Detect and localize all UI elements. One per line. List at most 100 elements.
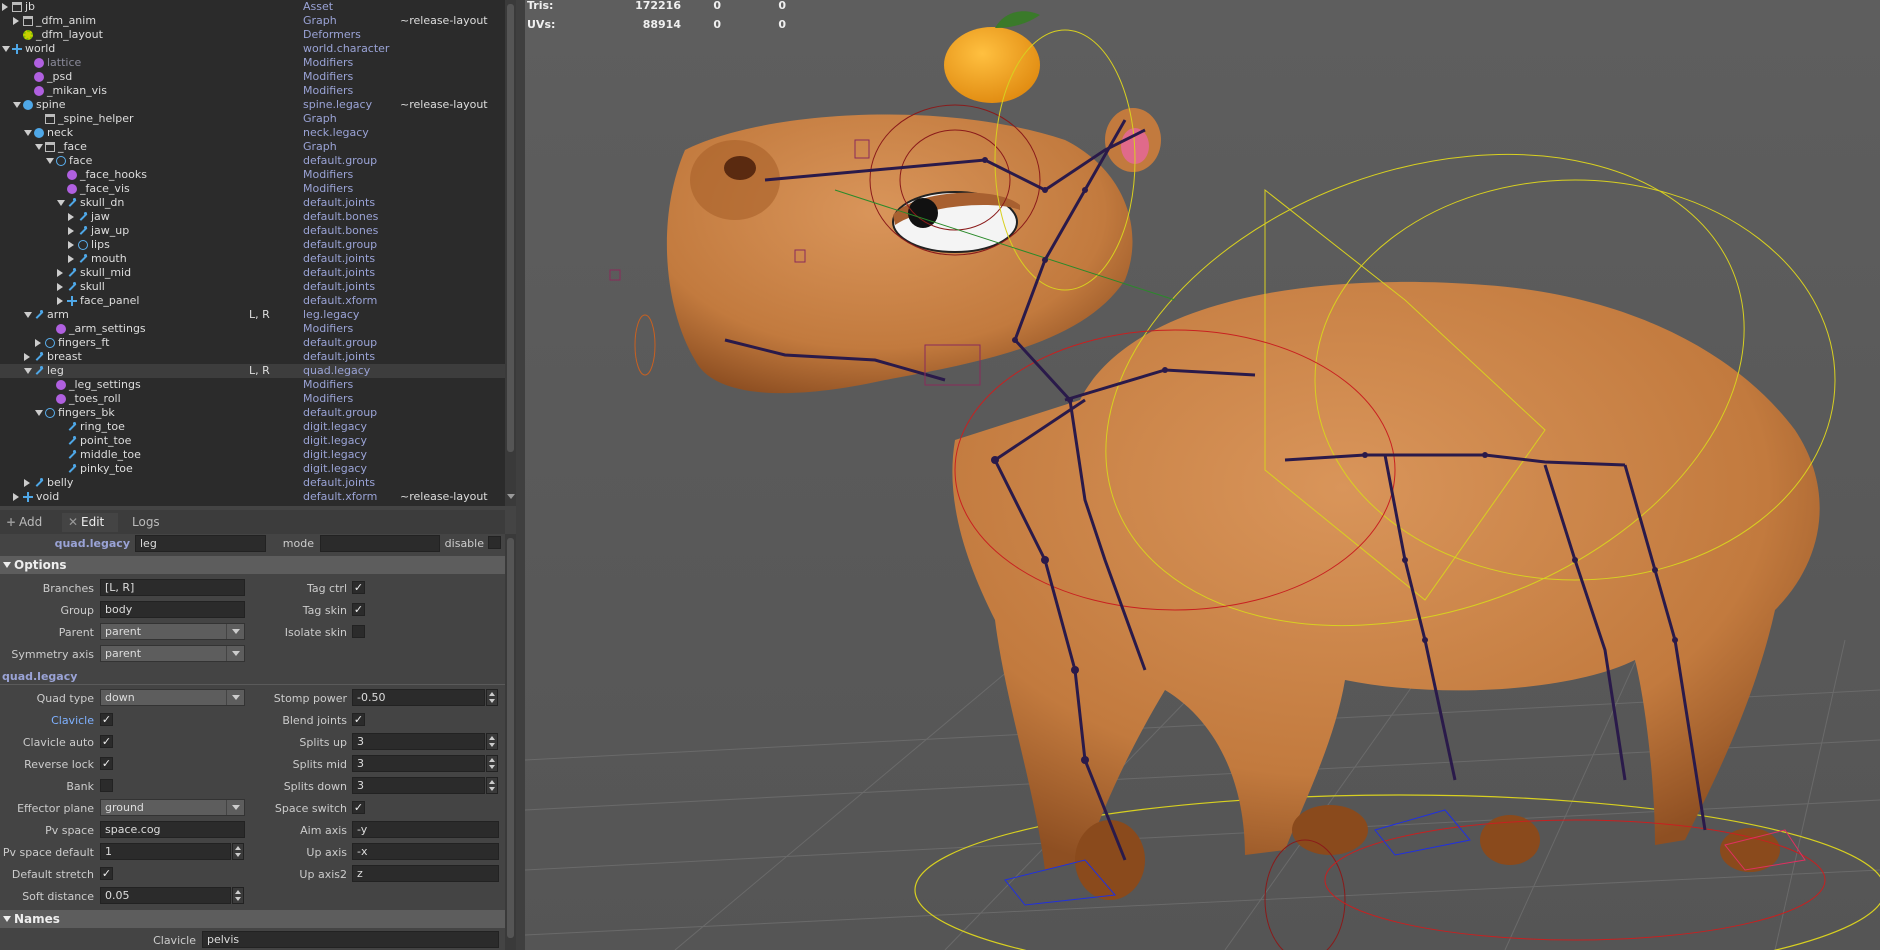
stomp-power-spinner-icon[interactable]: [486, 689, 498, 706]
blend-joints-checkbox[interactable]: ✓: [352, 713, 365, 726]
outliner-row[interactable]: face default.group: [0, 154, 505, 168]
outliner-row[interactable]: skull_mid default.joints: [0, 266, 505, 280]
options-section-header[interactable]: Options: [0, 556, 505, 574]
outliner-row[interactable]: _dfm_anim Graph ~release-layout: [0, 14, 505, 28]
names-section-header[interactable]: Names: [0, 910, 505, 928]
symmetry-axis-dropdown[interactable]: parent: [100, 645, 245, 662]
outliner-row[interactable]: jb Asset: [0, 0, 505, 14]
group-field[interactable]: body: [100, 601, 245, 618]
expand-closed-icon[interactable]: [13, 17, 19, 25]
outliner-row[interactable]: point_toe digit.legacy: [0, 434, 505, 448]
pv-space-default-field[interactable]: 1: [100, 843, 231, 860]
disable-checkbox[interactable]: [488, 536, 501, 549]
properties-scrollbar[interactable]: [505, 534, 516, 950]
outliner-row[interactable]: skull default.joints: [0, 280, 505, 294]
expand-open-icon[interactable]: [46, 158, 54, 164]
effector-plane-dropdown[interactable]: ground: [100, 799, 245, 816]
bank-checkbox[interactable]: [100, 779, 113, 792]
scroll-down-arrow-icon[interactable]: [507, 494, 515, 499]
clavicle-auto-checkbox[interactable]: ✓: [100, 735, 113, 748]
isolate-skin-checkbox[interactable]: [352, 625, 365, 638]
splits-down-field[interactable]: 3: [352, 777, 485, 794]
tab-add[interactable]: + Add: [0, 513, 52, 532]
expand-open-icon[interactable]: [2, 46, 10, 52]
splits-up-field[interactable]: 3: [352, 733, 485, 750]
default-stretch-checkbox[interactable]: ✓: [100, 867, 113, 880]
tab-edit[interactable]: ✕ Edit: [62, 513, 118, 532]
panel-splitter[interactable]: [516, 0, 525, 950]
outliner-row[interactable]: jaw default.bones: [0, 210, 505, 224]
splits-mid-spinner-icon[interactable]: [486, 755, 498, 772]
expand-open-icon[interactable]: [57, 200, 65, 206]
clavicle-checkbox[interactable]: ✓: [100, 713, 113, 726]
outliner-row[interactable]: face_panel default.xform: [0, 294, 505, 308]
outliner-row[interactable]: _face_vis Modifiers: [0, 182, 505, 196]
stomp-power-field[interactable]: -0.50: [352, 689, 485, 706]
outliner-row[interactable]: jaw_up default.bones: [0, 224, 505, 238]
outliner-row[interactable]: spine spine.legacy ~release-layout: [0, 98, 505, 112]
outliner-row[interactable]: void default.xform ~release-layout: [0, 490, 505, 504]
expand-closed-icon[interactable]: [57, 297, 63, 305]
outliner-row[interactable]: world world.character: [0, 42, 505, 56]
parent-dropdown[interactable]: parent: [100, 623, 245, 640]
mode-field[interactable]: [320, 535, 440, 552]
outliner-row[interactable]: leg L, R quad.legacy: [0, 364, 505, 378]
outliner-row[interactable]: mouth default.joints: [0, 252, 505, 266]
outliner-row[interactable]: _dfm_layout Deformers: [0, 28, 505, 42]
outliner-row[interactable]: neck neck.legacy: [0, 126, 505, 140]
tag-skin-checkbox[interactable]: ✓: [352, 603, 365, 616]
outliner-row[interactable]: fingers_bk default.group: [0, 406, 505, 420]
outliner-row[interactable]: _leg_settings Modifiers: [0, 378, 505, 392]
up-axis-field[interactable]: -x: [352, 843, 499, 860]
space-switch-checkbox[interactable]: ✓: [352, 801, 365, 814]
outliner-scrollbar[interactable]: [505, 0, 516, 506]
outliner-row[interactable]: _face_hooks Modifiers: [0, 168, 505, 182]
outliner-row[interactable]: _toes_roll Modifiers: [0, 392, 505, 406]
expand-open-icon[interactable]: [24, 312, 32, 318]
expand-open-icon[interactable]: [24, 368, 32, 374]
properties-scroll-thumb[interactable]: [507, 538, 514, 938]
expand-closed-icon[interactable]: [24, 479, 30, 487]
outliner-row[interactable]: _mikan_vis Modifiers: [0, 84, 505, 98]
expand-closed-icon[interactable]: [68, 241, 74, 249]
outliner-row[interactable]: _spine_helper Graph: [0, 112, 505, 126]
expand-closed-icon[interactable]: [24, 353, 30, 361]
pv-space-default-spinner-icon[interactable]: [232, 843, 244, 860]
outliner-scroll-thumb[interactable]: [507, 4, 514, 452]
outliner-tree[interactable]: jb Asset _dfm_anim Graph ~release-layout _dfm…: [0, 0, 505, 506]
pv-space-field[interactable]: space.cog: [100, 821, 245, 838]
splits-down-spinner-icon[interactable]: [486, 777, 498, 794]
quad-type-dropdown[interactable]: down: [100, 689, 245, 706]
outliner-row[interactable]: arm L, R leg.legacy: [0, 308, 505, 322]
outliner-row[interactable]: pinky_toe digit.legacy: [0, 462, 505, 476]
expand-closed-icon[interactable]: [68, 227, 74, 235]
outliner-row[interactable]: _arm_settings Modifiers: [0, 322, 505, 336]
3d-viewport[interactable]: Tris: 172216 0 0 UVs: 88914 0 0: [525, 0, 1880, 950]
expand-closed-icon[interactable]: [57, 283, 63, 291]
outliner-row[interactable]: ring_toe digit.legacy: [0, 420, 505, 434]
branches-field[interactable]: [L, R]: [100, 579, 245, 596]
outliner-row[interactable]: _psd Modifiers: [0, 70, 505, 84]
outliner-row[interactable]: breast default.joints: [0, 350, 505, 364]
expand-closed-icon[interactable]: [35, 339, 41, 347]
tab-logs[interactable]: Logs: [126, 513, 172, 532]
expand-open-icon[interactable]: [24, 130, 32, 136]
aim-axis-field[interactable]: -y: [352, 821, 499, 838]
outliner-row[interactable]: belly default.joints: [0, 476, 505, 490]
outliner-row[interactable]: _face Graph: [0, 140, 505, 154]
up-axis2-field[interactable]: z: [352, 865, 499, 882]
outliner-row[interactable]: fingers_ft default.group: [0, 336, 505, 350]
tag-ctrl-checkbox[interactable]: ✓: [352, 581, 365, 594]
names-clavicle-field[interactable]: pelvis: [202, 931, 499, 948]
expand-closed-icon[interactable]: [57, 269, 63, 277]
expand-closed-icon[interactable]: [68, 213, 74, 221]
splits-up-spinner-icon[interactable]: [486, 733, 498, 750]
module-name-field[interactable]: leg: [135, 535, 266, 552]
expand-open-icon[interactable]: [13, 102, 21, 108]
outliner-row[interactable]: lips default.group: [0, 238, 505, 252]
expand-closed-icon[interactable]: [13, 493, 19, 501]
expand-closed-icon[interactable]: [2, 3, 8, 11]
outliner-row[interactable]: middle_toe digit.legacy: [0, 448, 505, 462]
expand-open-icon[interactable]: [35, 410, 43, 416]
splits-mid-field[interactable]: 3: [352, 755, 485, 772]
